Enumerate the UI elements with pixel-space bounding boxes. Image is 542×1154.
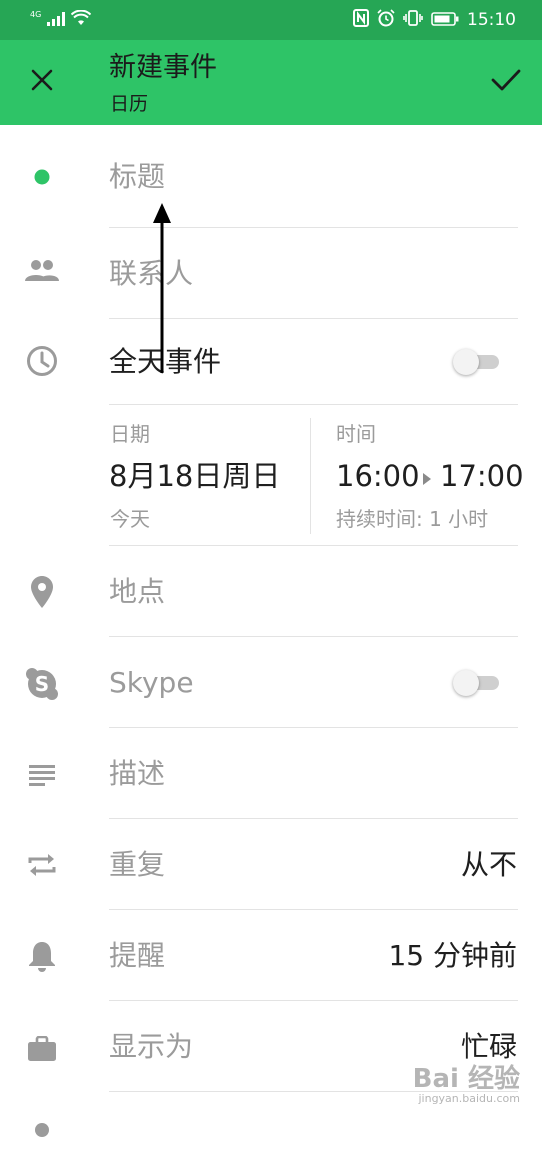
description-field[interactable]: 描述 — [109, 757, 165, 791]
reminder-label: 提醒 — [109, 939, 166, 972]
status-right: 15:10 — [353, 9, 516, 31]
page-title: 新建事件 — [109, 52, 217, 83]
nfc-icon — [353, 9, 369, 31]
title-input[interactable]: 标题 — [109, 160, 165, 194]
svg-text:S: S — [35, 672, 49, 696]
close-icon — [31, 69, 53, 95]
vibrate-icon — [403, 10, 423, 30]
show-as-value[interactable]: 忙碌 — [461, 1030, 517, 1064]
skype-row[interactable]: S Skype — [0, 637, 542, 727]
app-bar: 新建事件 日历 — [0, 40, 542, 125]
close-button[interactable] — [22, 62, 62, 102]
location-row[interactable]: 地点 — [0, 546, 542, 636]
start-time[interactable]: 16:00 — [336, 459, 420, 493]
status-time: 15:10 — [467, 10, 516, 30]
vertical-divider — [310, 418, 311, 534]
contacts-row[interactable]: 联系人 — [0, 228, 542, 318]
end-time[interactable]: 17:00 — [440, 459, 524, 493]
toggle-knob — [453, 349, 479, 375]
calendar-color-dot-icon — [22, 157, 62, 197]
people-icon — [22, 250, 62, 290]
show-as-label: 显示为 — [109, 1030, 194, 1063]
repeat-label: 重复 — [109, 848, 166, 881]
skype-icon: S — [22, 664, 62, 704]
save-button[interactable] — [486, 62, 526, 102]
repeat-row[interactable]: 重复 从不 — [0, 819, 542, 909]
battery-icon — [431, 11, 459, 30]
annotation-arrow-icon — [150, 203, 174, 375]
all-day-toggle[interactable] — [453, 347, 501, 377]
clock-icon — [22, 341, 62, 381]
time-label: 时间 — [336, 422, 376, 446]
date-sub: 今天 — [110, 507, 150, 531]
skype-toggle[interactable] — [453, 668, 501, 698]
repeat-icon — [22, 845, 62, 885]
watermark: Bai 经验 jingyan.baidu.com — [413, 1065, 520, 1105]
arrow-right-icon — [423, 470, 431, 489]
notes-icon — [22, 754, 62, 794]
status-left: 4G — [30, 9, 92, 31]
location-pin-icon — [22, 572, 62, 612]
repeat-value[interactable]: 从不 — [461, 848, 517, 882]
toggle-knob — [453, 670, 479, 696]
check-icon — [491, 68, 521, 96]
reminder-value[interactable]: 15 分钟前 — [388, 939, 517, 973]
watermark-logo: Bai 经验 — [412, 1064, 520, 1094]
location-field[interactable]: 地点 — [109, 575, 165, 609]
calendar-name: 日历 — [110, 93, 149, 115]
date-value[interactable]: 8月18日周日 — [109, 459, 280, 493]
divider — [109, 404, 518, 405]
date-label: 日期 — [110, 422, 150, 446]
watermark-url: jingyan.baidu.com — [418, 1092, 520, 1105]
briefcase-icon — [22, 1029, 62, 1069]
network-type: 4G — [30, 10, 42, 19]
person-icon — [22, 1114, 62, 1154]
reminder-row[interactable]: 提醒 15 分钟前 — [0, 910, 542, 1000]
status-bar: 4G 15:10 — [0, 0, 542, 40]
title-row[interactable]: 标题 — [0, 125, 542, 227]
all-day-row[interactable]: 全天事件 — [0, 319, 542, 404]
duration: 持续时间: 1 小时 — [336, 507, 489, 531]
bell-icon — [22, 936, 62, 976]
description-row[interactable]: 描述 — [0, 728, 542, 818]
alarm-icon — [377, 9, 395, 31]
skype-label: Skype — [109, 666, 194, 699]
wifi-icon — [71, 9, 92, 30]
signal-icon — [47, 11, 66, 30]
